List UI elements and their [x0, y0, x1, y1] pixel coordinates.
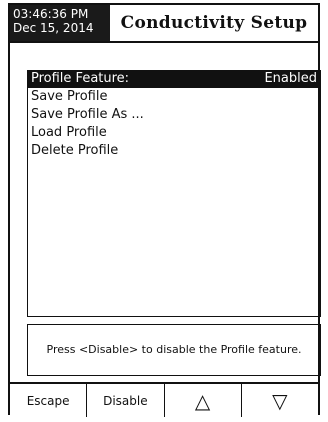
help-message-box: Press <Disable> to disable the Profile f…: [27, 324, 321, 376]
softkey-bar: Escape Disable △ ▽: [10, 382, 318, 417]
header-bar: 03:46:36 PM Dec 15, 2014 Conductivity Se…: [10, 5, 318, 41]
down-button[interactable]: ▽: [241, 384, 318, 417]
instrument-screen: 03:46:36 PM Dec 15, 2014 Conductivity Se…: [8, 3, 321, 417]
page-title: Conductivity Setup: [120, 13, 308, 33]
triangle-down-icon: ▽: [272, 388, 288, 413]
escape-button-label: Escape: [26, 393, 70, 408]
menu-item-save-profile[interactable]: Save Profile: [28, 88, 320, 106]
menu-item-label: Profile Feature:: [31, 71, 130, 86]
menu-item-delete-profile[interactable]: Delete Profile: [28, 142, 320, 160]
clock-time: 03:46:36 PM: [13, 7, 89, 21]
disable-button-label: Disable: [103, 393, 148, 408]
menu-item-save-profile-as[interactable]: Save Profile As ...: [28, 106, 320, 124]
clock-date: Dec 15, 2014: [13, 21, 94, 35]
help-message: Press <Disable> to disable the Profile f…: [46, 343, 302, 356]
menu-item-value: Enabled: [264, 71, 317, 86]
menu-item-label: Save Profile: [31, 89, 108, 104]
menu-item-load-profile[interactable]: Load Profile: [28, 124, 320, 142]
triangle-up-icon: △: [194, 388, 211, 413]
escape-button[interactable]: Escape: [10, 384, 88, 417]
setup-menu: Profile Feature: Enabled Save Profile Sa…: [27, 70, 321, 317]
menu-item-label: Delete Profile: [31, 143, 119, 158]
clock-display: 03:46:36 PM Dec 15, 2014: [10, 5, 110, 41]
up-button[interactable]: △: [164, 384, 242, 417]
menu-item-label: Save Profile As ...: [31, 107, 144, 122]
menu-item-profile-feature[interactable]: Profile Feature: Enabled: [28, 70, 320, 88]
header-divider: [10, 41, 318, 43]
disable-button[interactable]: Disable: [87, 384, 165, 417]
menu-item-label: Load Profile: [31, 125, 107, 140]
